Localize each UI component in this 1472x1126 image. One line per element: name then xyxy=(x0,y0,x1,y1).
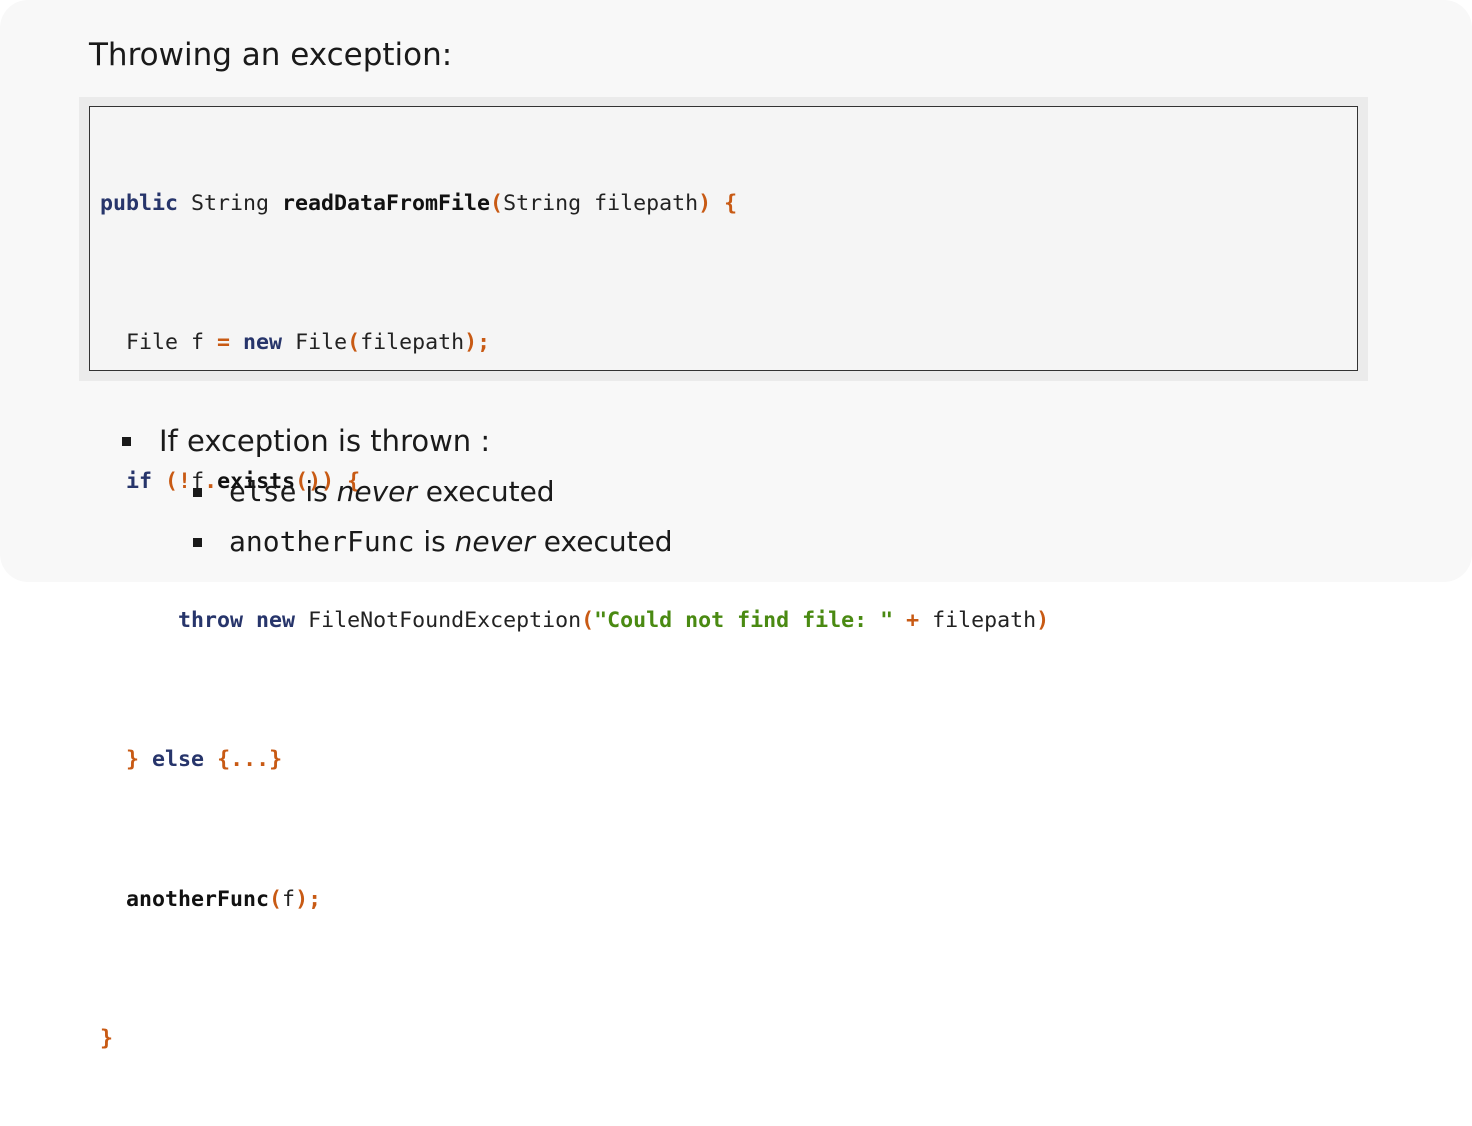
keyword-new: new xyxy=(256,608,296,634)
bullet-main: If exception is thrown : xyxy=(159,424,491,458)
code-text: String xyxy=(178,190,283,216)
code-text: File f xyxy=(100,329,218,355)
operator-not: (! xyxy=(165,468,192,494)
slide-heading: Throwing an exception: xyxy=(89,37,453,73)
keyword-throw: throw xyxy=(178,608,244,634)
elided-block: {...} xyxy=(217,747,283,773)
paren-close: ); xyxy=(464,329,491,355)
bullet-text: is xyxy=(414,525,455,558)
code-text: File xyxy=(282,329,348,355)
paren-close: ); xyxy=(295,886,322,912)
code-line-1: public String readDataFromFile(String fi… xyxy=(100,187,1049,222)
code-text: filepath xyxy=(919,608,1037,634)
code-line-4: throw new FileNotFoundException("Could n… xyxy=(100,604,1049,639)
inline-code: anotherFunc xyxy=(229,525,415,558)
emphasis: never xyxy=(336,475,417,508)
slide: Throwing an exception: public String rea… xyxy=(0,0,1472,1051)
code-line-2: File f = new File(filepath); xyxy=(100,326,1049,361)
bullet-square-icon xyxy=(193,488,202,497)
keyword-public: public xyxy=(100,190,179,216)
bullet-text: executed xyxy=(534,525,673,558)
bullet-sub-anotherfunc: anotherFunc is never executed xyxy=(229,522,673,562)
code-line-5: } else {...} xyxy=(100,743,1049,778)
paren-close: ) xyxy=(698,190,712,216)
operator-dot: . xyxy=(204,468,218,494)
code-line-6: anotherFunc(f); xyxy=(100,883,1049,918)
bullet-square-icon xyxy=(193,538,202,547)
bullet-text: is xyxy=(296,475,337,508)
keyword-new: new xyxy=(243,329,283,355)
operator-plus: + xyxy=(906,608,920,634)
code-listing: public String readDataFromFile(String fi… xyxy=(100,117,1049,1126)
method-anotherFunc: anotherFunc xyxy=(126,886,270,912)
code-line-7: } xyxy=(100,1022,1049,1057)
bullet-sub-else: else is never executed xyxy=(229,472,555,512)
keyword-else: else xyxy=(152,747,205,773)
code-text: FileNotFoundException xyxy=(295,608,582,634)
code-text: filepath xyxy=(360,329,465,355)
brace-close: } xyxy=(126,747,140,773)
paren-open: ( xyxy=(347,329,361,355)
paren-open: ( xyxy=(269,886,283,912)
inline-code: else xyxy=(229,475,297,508)
bullet-square-icon xyxy=(122,437,131,446)
code-text: f xyxy=(282,886,296,912)
keyword-if: if xyxy=(126,468,153,494)
operator-assign: = xyxy=(217,329,231,355)
paren-open: ( xyxy=(490,190,504,216)
bullet-text: executed xyxy=(416,475,555,508)
brace-close: } xyxy=(100,1025,114,1051)
paren-close: ) xyxy=(1036,608,1050,634)
paren-open: ( xyxy=(581,608,595,634)
emphasis: never xyxy=(454,525,535,558)
code-text: String filepath xyxy=(503,190,699,216)
method-name: readDataFromFile xyxy=(282,190,491,216)
string-literal: "Could not find file: " xyxy=(594,608,894,634)
brace-open: { xyxy=(724,190,738,216)
